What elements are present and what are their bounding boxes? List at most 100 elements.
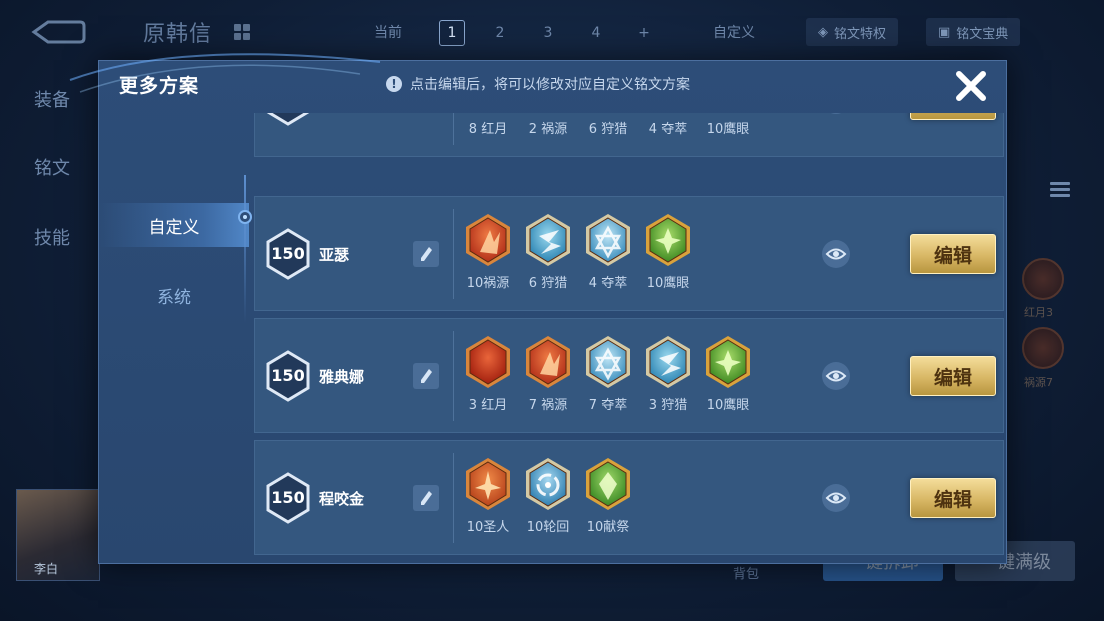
edit-hint: ! 点击编辑后，将可以修改对应自定义铭文方案 xyxy=(386,74,690,94)
nav-indicator-icon xyxy=(238,210,252,224)
rune-hunt-icon[interactable] xyxy=(583,113,633,114)
eye-icon xyxy=(825,248,847,260)
shield-icon: ◈ xyxy=(818,24,828,40)
row-divider xyxy=(453,453,454,543)
rune-count-label: 2 祸源 xyxy=(528,122,568,137)
pen-icon xyxy=(421,247,432,261)
rune-sacrifice-icon[interactable] xyxy=(583,456,633,512)
red-moon-badge-label: 红月3 xyxy=(1024,306,1053,319)
rune-count-label: 10轮回 xyxy=(526,520,570,535)
rune-count-label: 10祸源 xyxy=(466,276,510,291)
page-add[interactable]: + xyxy=(631,20,657,46)
rune-privilege-label: 铭文特权 xyxy=(834,26,887,42)
tab-system-plans[interactable]: 系统 xyxy=(99,273,249,317)
nav-divider xyxy=(244,175,246,323)
grid-icon[interactable] xyxy=(234,24,250,40)
hero-name: 雅典娜 xyxy=(319,368,365,386)
preview-button[interactable] xyxy=(822,113,850,114)
rune-count-label: 10圣人 xyxy=(466,520,510,535)
top-bar: 原韩信 当前 1 2 3 4 + 自定义 ◈ 铭文特权 ▣ 铭文宝典 xyxy=(0,0,1104,62)
page-4[interactable]: 4 xyxy=(583,20,609,46)
rune-hawk-eye-icon[interactable] xyxy=(643,212,693,268)
rune-count-label: 6 狩猎 xyxy=(528,276,568,291)
level-hex-icon xyxy=(266,113,310,126)
hero-title: 原韩信 xyxy=(143,22,213,47)
row-divider xyxy=(453,331,454,421)
calamity-badge-label: 祸源7 xyxy=(1024,376,1053,389)
eye-icon xyxy=(825,492,847,504)
rune-count-label: 10鹰眼 xyxy=(646,276,690,291)
list-icon[interactable] xyxy=(1050,182,1070,202)
info-icon: ! xyxy=(386,76,402,92)
tab-custom-plans[interactable]: 自定义 xyxy=(99,203,249,247)
page-3[interactable]: 3 xyxy=(535,20,561,46)
hero-name: 程咬金 xyxy=(319,490,365,508)
pen-icon xyxy=(421,369,432,383)
eye-icon xyxy=(825,370,847,382)
rune-count-label: 7 夺萃 xyxy=(588,398,628,413)
eye-icon xyxy=(822,113,850,114)
rune-hunt-icon[interactable] xyxy=(523,212,573,268)
red-moon-badge xyxy=(1022,258,1064,300)
rune-count-label: 6 狩猎 xyxy=(588,122,628,137)
side-nav-equipment[interactable]: 装备 xyxy=(34,86,70,112)
rune-count-label: 4 夺萃 xyxy=(648,122,688,137)
more-plans-modal: 更多方案 ! 点击编辑后，将可以修改对应自定义铭文方案 自定义 系统 150马克… xyxy=(98,60,1007,564)
rune-codex-button[interactable]: ▣ 铭文宝典 xyxy=(926,18,1021,46)
calamity-badge xyxy=(1022,327,1064,369)
plan-list[interactable]: 150马克 8 红月 2 祸源 6 狩猎 4 夺萃 10鹰眼 xyxy=(254,113,1004,563)
rune-count-label: 3 红月 xyxy=(468,398,508,413)
rune-seize-icon[interactable] xyxy=(643,113,693,114)
rune-hawk-eye-icon[interactable] xyxy=(703,113,753,114)
tab-current[interactable]: 当前 xyxy=(374,22,402,42)
page-1[interactable]: 1 xyxy=(439,20,465,46)
row-divider xyxy=(453,209,454,299)
rune-calamity-icon[interactable] xyxy=(523,113,573,114)
level-value: 150 xyxy=(271,244,305,263)
plan-row: 150马克 8 红月 2 祸源 6 狩猎 4 夺萃 10鹰眼 xyxy=(254,113,1004,157)
preview-button[interactable] xyxy=(822,484,850,512)
book-icon: ▣ xyxy=(938,24,951,40)
preview-button[interactable] xyxy=(822,362,850,390)
edit-button[interactable]: 编辑 xyxy=(910,478,996,518)
back-arrow-icon[interactable] xyxy=(28,18,86,46)
modal-title: 更多方案 xyxy=(119,75,200,97)
plan-category-nav: 自定义 系统 xyxy=(99,113,252,563)
rune-count-label: 10鹰眼 xyxy=(706,398,750,413)
rune-hunt-icon[interactable] xyxy=(643,334,693,390)
tab-custom[interactable]: 自定义 xyxy=(713,22,755,42)
hero-name: 亚瑟 xyxy=(319,246,350,264)
rune-red-moon-icon[interactable] xyxy=(463,334,513,390)
edit-button[interactable]: 编辑 xyxy=(910,356,996,396)
rune-codex-label: 铭文宝典 xyxy=(956,26,1009,42)
rune-hawk-eye-icon[interactable] xyxy=(703,334,753,390)
rune-count-label: 4 夺萃 xyxy=(588,276,628,291)
rune-samsara-icon[interactable] xyxy=(523,456,573,512)
edit-button[interactable]: 编辑 xyxy=(910,234,996,274)
side-nav-runes[interactable]: 铭文 xyxy=(34,154,70,180)
preview-button[interactable] xyxy=(822,240,850,268)
rune-seize-icon[interactable] xyxy=(583,212,633,268)
rune-count-label: 3 狩猎 xyxy=(648,398,688,413)
rune-saint-icon[interactable] xyxy=(463,456,513,512)
rename-button[interactable] xyxy=(413,485,439,511)
edit-button[interactable]: 编辑 xyxy=(910,113,996,120)
rune-seize-icon[interactable] xyxy=(583,334,633,390)
plan-row: 150 雅典娜 3 红月 7 祸源 7 夺萃 3 狩猎 10鹰眼 编辑 xyxy=(254,318,1004,433)
rune-count-label: 8 红月 xyxy=(468,122,508,137)
rename-button[interactable] xyxy=(413,363,439,389)
plan-row: 150 程咬金 10圣人 10轮回 10献祭 编辑 xyxy=(254,440,1004,555)
rune-calamity-icon[interactable] xyxy=(523,334,573,390)
side-nav-skills[interactable]: 技能 xyxy=(34,224,70,250)
rune-count-label: 10献祭 xyxy=(586,520,630,535)
plan-row: 150 亚瑟 10祸源 6 狩猎 4 夺萃 10鹰眼 编辑 xyxy=(254,196,1004,311)
pen-icon xyxy=(421,491,432,505)
rune-calamity-icon[interactable] xyxy=(463,212,513,268)
rune-count-label: 7 祸源 xyxy=(528,398,568,413)
level-value: 150 xyxy=(271,488,305,507)
rename-button[interactable] xyxy=(413,241,439,267)
rune-red-moon-icon[interactable] xyxy=(463,113,513,114)
close-icon[interactable] xyxy=(951,66,991,106)
rune-privilege-button[interactable]: ◈ 铭文特权 xyxy=(806,18,899,46)
page-2[interactable]: 2 xyxy=(487,20,513,46)
